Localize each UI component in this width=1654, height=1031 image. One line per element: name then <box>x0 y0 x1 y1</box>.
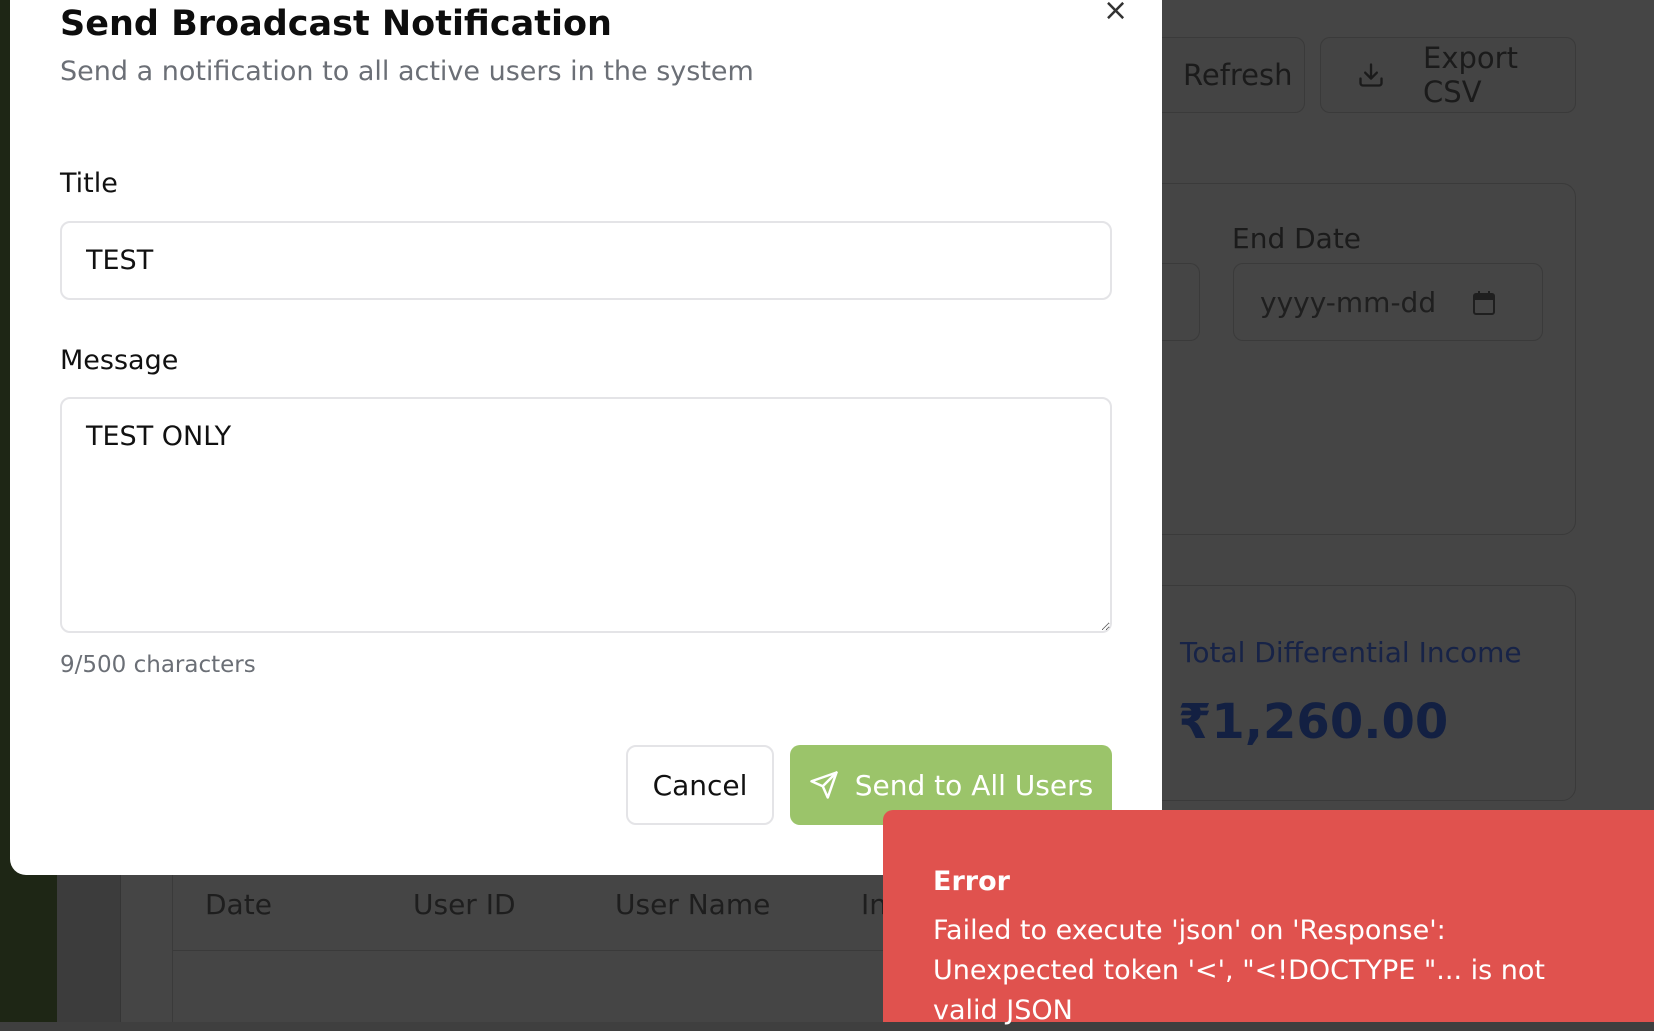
dialog-title: Send Broadcast Notification <box>60 4 612 44</box>
toast-title: Error <box>933 866 1010 897</box>
send-icon <box>810 771 838 799</box>
cancel-button[interactable]: Cancel <box>626 745 774 825</box>
total-differential-income-value: ₹1,260.00 <box>1178 694 1449 750</box>
download-icon <box>1359 63 1383 87</box>
table-header-user-name: User Name <box>615 888 771 921</box>
close-icon[interactable]: × <box>1103 0 1128 26</box>
table-header-date: Date <box>205 888 272 921</box>
title-field-label: Title <box>60 168 118 199</box>
character-count: 9/500 characters <box>60 652 256 678</box>
title-input[interactable] <box>60 221 1112 300</box>
export-csv-label: Export CSV <box>1423 41 1518 109</box>
end-date-input[interactable]: yyyy-mm-dd <box>1233 263 1543 341</box>
total-differential-income-label: Total Differential Income <box>1180 636 1522 669</box>
cancel-button-label: Cancel <box>652 768 748 802</box>
calendar-icon[interactable] <box>1472 290 1496 316</box>
refresh-label: Refresh <box>1183 58 1293 92</box>
toast-message: Failed to execute 'json' on 'Response': … <box>933 915 1546 1026</box>
end-date-label: End Date <box>1232 222 1362 255</box>
send-button-label: Send to All Users <box>854 768 1094 802</box>
message-textarea[interactable]: TEST ONLY <box>60 397 1112 633</box>
export-csv-button[interactable]: Export CSV <box>1320 37 1576 113</box>
broadcast-notification-dialog: × Send Broadcast Notification Send a not… <box>10 0 1162 875</box>
end-date-placeholder: yyyy-mm-dd <box>1260 285 1437 319</box>
table-header-user-id: User ID <box>413 888 516 921</box>
income-summary-card <box>1100 585 1576 801</box>
dialog-subtitle: Send a notification to all active users … <box>60 56 754 87</box>
error-toast[interactable]: Error Failed to execute 'json' on 'Respo… <box>883 810 1654 1026</box>
message-field-label: Message <box>60 345 179 376</box>
